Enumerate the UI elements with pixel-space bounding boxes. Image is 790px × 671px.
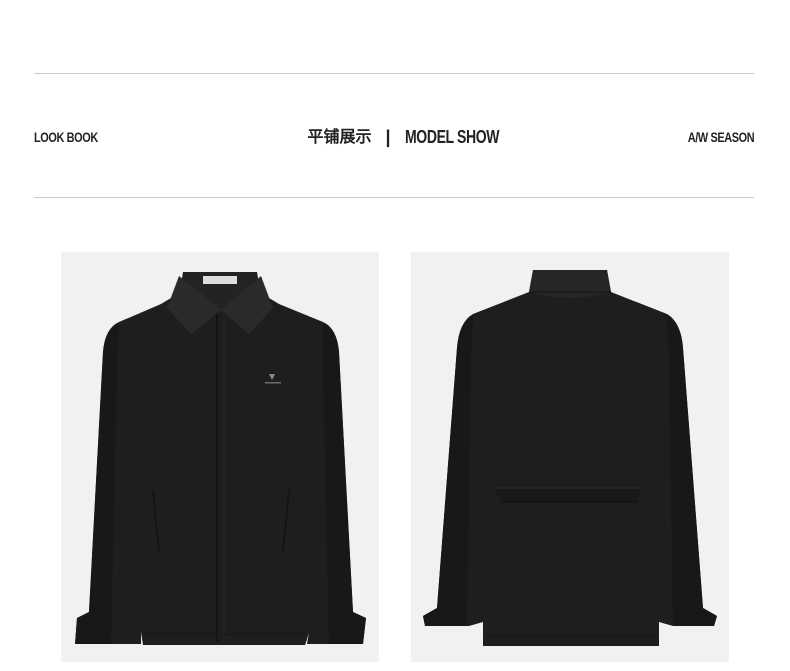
jacket-front-illustration: [75, 272, 366, 645]
jacket-front-image: [61, 252, 379, 662]
title-divider: |: [385, 127, 391, 147]
top-divider-line: [34, 73, 754, 74]
section-title-cn: 平铺展示: [307, 127, 372, 146]
jacket-back-illustration: [423, 270, 717, 646]
jacket-back-image: [411, 252, 729, 662]
section-title-en: MODEL SHOW: [404, 127, 500, 147]
section-title: 平铺展示 | MODEL SHOW: [0, 126, 790, 148]
bottom-divider-line: [34, 197, 754, 198]
season-label: A/W SEASON: [687, 129, 755, 145]
